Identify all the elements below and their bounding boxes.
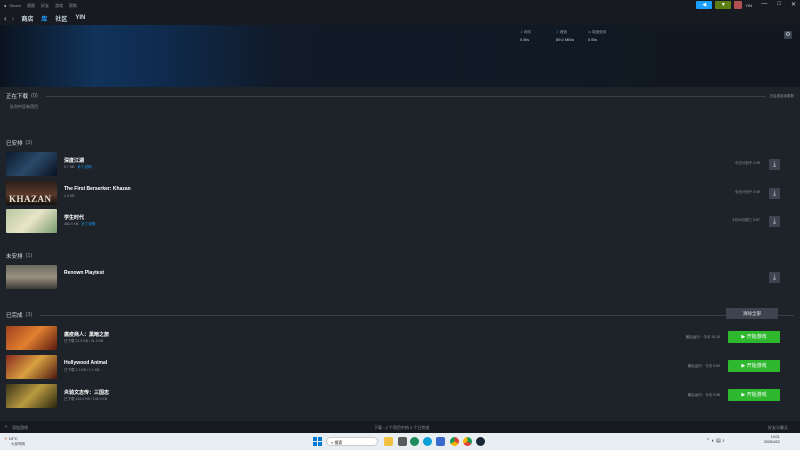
list-item[interactable]: 瘟疫商人：黑暗之旅 已下载 21.3 KB / 21.3 KB 最后运行：今天 … <box>6 326 794 350</box>
nav-store[interactable]: 商店 <box>21 14 33 23</box>
back-button[interactable]: ‹ <box>4 14 7 23</box>
game-thumbnail <box>6 355 57 379</box>
steam-taskbar-icon[interactable] <box>476 437 485 446</box>
weather-widget[interactable]: ☀ 19°C 大部晴朗 <box>4 436 25 446</box>
downloads-status[interactable]: 下载 - 2 个项目中的 2 个已完成 <box>374 425 429 431</box>
clock[interactable]: 14:01 2025/4/23 <box>764 435 780 445</box>
menu-help[interactable]: 帮助 <box>69 3 77 9</box>
windows-start-icon[interactable] <box>313 437 322 446</box>
nav-community[interactable]: 社区 <box>55 14 67 23</box>
game-title[interactable]: Renown Playtest <box>64 270 104 276</box>
forward-button[interactable]: › <box>12 14 15 23</box>
section-completed: 已完成 (3) <box>6 311 794 319</box>
menu-games[interactable]: 游戏 <box>55 3 63 9</box>
section-unscheduled: 未安排 (1) <box>6 253 33 260</box>
minimize-button[interactable]: — <box>761 1 767 8</box>
chrome-icon[interactable] <box>450 437 459 446</box>
search-box[interactable]: ⌕ 搜索 <box>326 437 378 446</box>
notification-icon[interactable]: ▼ <box>715 1 732 9</box>
schedule-time: 今日计划于 4:49 <box>734 161 760 165</box>
list-item[interactable]: KHAZAN The First Berserker: Khazan 1.0 K… <box>6 181 794 205</box>
peak-icon: ⇩ <box>556 30 559 34</box>
search-icon: ⌕ <box>331 440 334 445</box>
title-bar: ● Steam 视图 好友 游戏 帮助 ◀ ▼ YIN — □ ✕ <box>0 0 800 11</box>
close-button[interactable]: ✕ <box>791 1 796 8</box>
section-scheduled: 已安排 (3) <box>6 140 33 147</box>
auto-update-label: 已启用自动更新 <box>769 93 795 98</box>
khazan-logo-text: KHAZAN <box>9 194 52 204</box>
game-title[interactable]: 炎骑文志传：三国志 <box>64 389 109 396</box>
network-icon: ⇩ <box>520 30 523 34</box>
list-item[interactable]: 炎骑文志传：三国志 已下载 134.0 KB / 134.0 KB 最后运行：今… <box>6 384 794 408</box>
task-view-icon[interactable] <box>398 437 407 446</box>
chrome-app-icon[interactable] <box>463 437 472 446</box>
play-button[interactable]: ▶ 开始游戏 <box>728 331 780 343</box>
last-played: 最后运行：今天 9:59 <box>687 364 720 368</box>
nav-profile[interactable]: YIN <box>75 15 85 21</box>
schedule-time: 今日计划于 4:49 <box>734 190 760 194</box>
game-title[interactable]: Hollywood Animal <box>64 360 107 366</box>
download-banner: ⇩ 网络 0 B/s ⇩ 峰值 89.0 MB/s ▭ 磁盘使用 0 B/s ⚙ <box>0 25 800 87</box>
list-item[interactable]: Renown Playtest ⤓ <box>6 265 794 289</box>
add-game-icon[interactable]: ＋ <box>4 424 8 430</box>
friends-chat-button[interactable]: 好友与聊天 <box>768 425 788 431</box>
schedule-time: 4月23日周三 5:57 <box>732 218 760 222</box>
list-item[interactable]: 深度江湖 5.7 KB 补丁说明 今日计划于 4:49 ⤓ <box>6 152 794 176</box>
game-thumbnail <box>6 152 57 176</box>
steam-logo-icon: ● <box>4 3 7 8</box>
add-game-button[interactable]: 添加游戏 <box>12 425 28 431</box>
list-item[interactable]: 学生时代 482.4 KB 补丁说明 4月23日周三 5:57 ⤓ <box>6 209 794 233</box>
game-title[interactable]: 瘟疫商人：黑暗之旅 <box>64 331 109 338</box>
game-title[interactable]: The First Berserker: Khazan <box>64 186 131 192</box>
maximize-button[interactable]: □ <box>777 1 781 8</box>
list-item[interactable]: Hollywood Animal 已下载 1.1 KB / 1.1 KB 最后运… <box>6 355 794 379</box>
game-thumbnail <box>6 209 57 233</box>
game-title[interactable]: 学生时代 <box>64 214 84 221</box>
file-explorer-icon[interactable] <box>384 437 393 446</box>
game-thumbnail <box>6 265 57 289</box>
patch-notes-link[interactable]: 补丁说明 <box>81 222 95 226</box>
download-icon[interactable]: ⤓ <box>769 188 780 199</box>
broadcast-icon[interactable]: ◀ <box>696 1 713 9</box>
menu-steam[interactable]: Steam <box>9 3 21 9</box>
system-tray[interactable]: ⌃ ◐ ▤ ♪ <box>706 438 725 444</box>
avatar[interactable] <box>734 1 743 9</box>
download-icon[interactable]: ⤓ <box>769 272 780 283</box>
download-icon[interactable]: ⤓ <box>769 159 780 170</box>
nav-bar: ‹ › 商店 库 社区 YIN <box>0 11 800 25</box>
stat-peak: ⇩ 峰值 89.0 MB/s <box>556 30 575 42</box>
edge-browser-icon[interactable] <box>423 437 432 446</box>
edge-icon[interactable] <box>410 437 419 446</box>
play-button[interactable]: ▶ 开始游戏 <box>728 389 780 401</box>
play-button[interactable]: ▶ 开始游戏 <box>728 360 780 372</box>
taskbar: ☀ 19°C 大部晴朗 ⌕ 搜索 ⌃ ◐ ▤ ♪ 14:01 2025/4/23 <box>0 433 800 450</box>
empty-queue-text: 队列中没有项目 <box>10 104 38 109</box>
stat-disk: ▭ 磁盘使用 0 B/s <box>588 30 607 42</box>
sun-icon: ☀ <box>4 436 8 441</box>
menu-view[interactable]: 视图 <box>27 3 35 9</box>
menu-bar: Steam 视图 好友 游戏 帮助 <box>9 3 83 9</box>
stat-network: ⇩ 网络 0 B/s <box>520 30 531 42</box>
last-played: 最后运行：今天 9:58 <box>687 393 720 397</box>
game-thumbnail <box>6 326 57 350</box>
game-title[interactable]: 深度江湖 <box>64 157 84 164</box>
store-icon[interactable] <box>436 437 445 446</box>
section-downloading: 正在下载 (0) 已启用自动更新 <box>6 93 795 100</box>
download-icon[interactable]: ⤓ <box>769 216 780 227</box>
clear-all-button[interactable]: 清除全部 <box>726 308 778 319</box>
menu-friends[interactable]: 好友 <box>41 3 49 9</box>
patch-notes-link[interactable]: 补丁说明 <box>78 165 92 169</box>
last-played: 最后运行：今天 10:15 <box>685 335 720 339</box>
status-bar: ＋ 添加游戏 下载 - 2 个项目中的 2 个已完成 好友与聊天 <box>0 421 800 433</box>
gear-icon[interactable]: ⚙ <box>784 31 792 39</box>
nav-library[interactable]: 库 <box>41 14 47 23</box>
disk-icon: ▭ <box>588 30 592 34</box>
game-thumbnail <box>6 384 57 408</box>
